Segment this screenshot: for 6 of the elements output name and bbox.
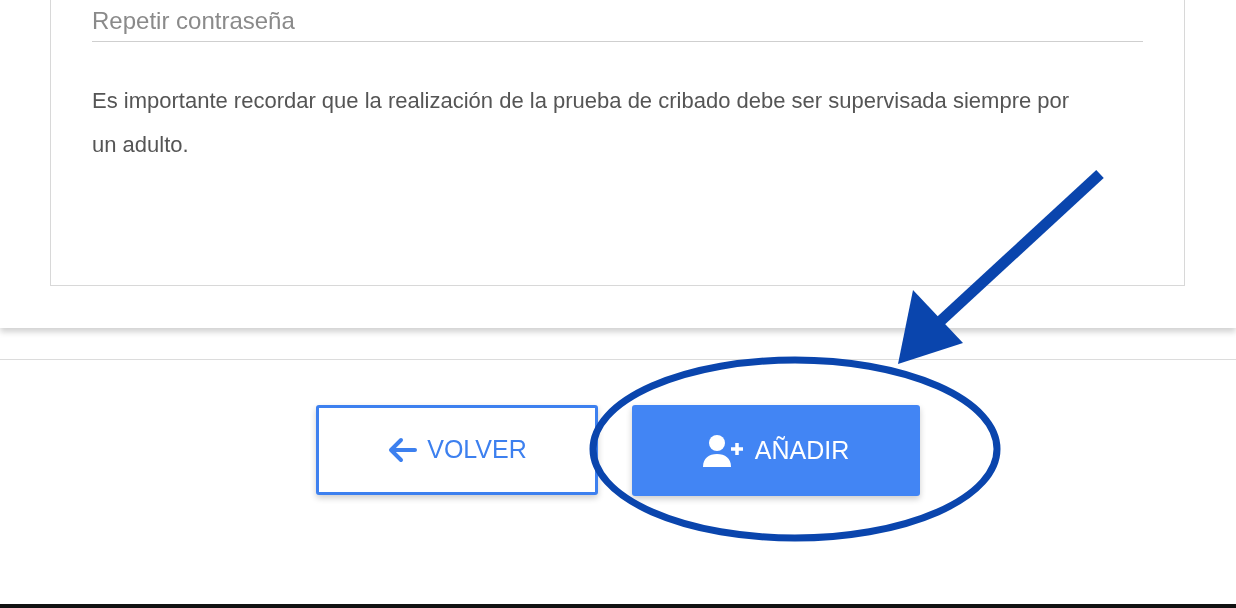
repeat-password-field[interactable]: Repetir contraseña <box>92 0 1143 42</box>
user-plus-icon <box>702 434 745 467</box>
back-button[interactable]: VOLVER <box>316 405 598 495</box>
arrow-left-icon <box>387 437 418 463</box>
add-button[interactable]: AÑADIR <box>632 405 920 496</box>
notice-text: Es importante recordar que la realización de la prueba de cribado debe ser supervisada siempre por un adulto. <box>92 87 1071 159</box>
